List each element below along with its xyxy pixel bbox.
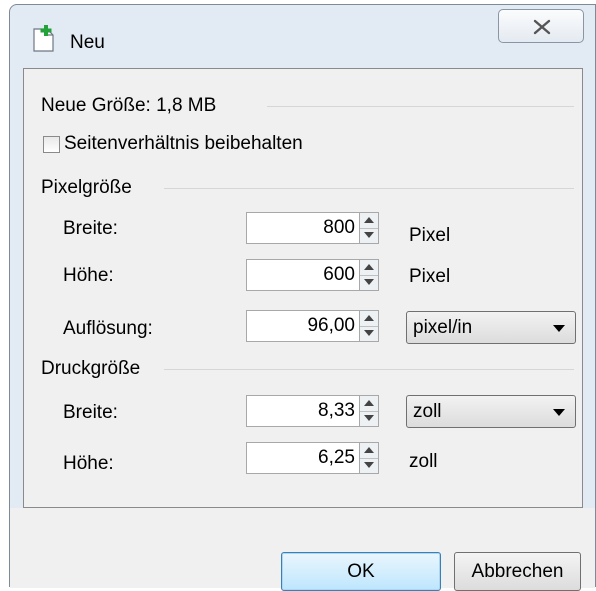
spin-down-button[interactable] <box>360 458 378 473</box>
pixel-height-label: Höhe: <box>63 265 114 286</box>
chevron-down-icon <box>553 325 565 332</box>
pixel-size-heading: Pixelgröße <box>41 177 132 198</box>
cancel-button[interactable]: Abbrechen <box>454 552 581 591</box>
spin-down-button[interactable] <box>360 326 378 341</box>
ok-button[interactable]: OK <box>281 552 441 591</box>
pixel-height-spinner[interactable] <box>359 259 379 291</box>
pixel-width-spinner[interactable] <box>359 212 379 244</box>
separator <box>164 188 574 189</box>
button-bar: OK Abbrechen <box>10 508 595 591</box>
pixel-height-unit: Pixel <box>409 266 451 287</box>
resolution-input[interactable]: 96,00 <box>246 310 360 342</box>
print-height-unit: zoll <box>409 451 438 472</box>
spin-down-button[interactable] <box>360 411 378 426</box>
resolution-spinner[interactable] <box>359 310 379 342</box>
dialog-title: Neu <box>70 32 105 53</box>
new-size-label: Neue Größe: 1,8 MB <box>41 95 217 116</box>
print-height-spinner[interactable] <box>359 442 379 474</box>
new-document-icon <box>32 25 56 53</box>
spin-up-button[interactable] <box>360 443 378 459</box>
separator <box>267 106 574 107</box>
close-icon <box>533 19 551 35</box>
title-bar: Neu <box>10 5 595 61</box>
chevron-down-icon <box>553 409 565 416</box>
keep-aspect-ratio-label: Seitenverhältnis beibehalten <box>64 133 303 154</box>
print-height-label: Höhe: <box>63 453 114 474</box>
print-width-label: Breite: <box>63 402 118 423</box>
dialog-content: Neue Größe: 1,8 MB Seitenverhältnis beib… <box>23 68 583 508</box>
pixel-width-input[interactable]: 800 <box>246 212 360 244</box>
spin-down-button[interactable] <box>360 275 378 290</box>
spin-down-button[interactable] <box>360 228 378 243</box>
print-unit-select[interactable]: zoll <box>406 395 576 428</box>
spin-up-button[interactable] <box>360 260 378 276</box>
resolution-label: Auflösung: <box>63 318 153 339</box>
separator <box>164 369 574 370</box>
pixel-width-unit: Pixel <box>409 225 451 246</box>
print-size-heading: Druckgröße <box>41 358 141 379</box>
print-unit-value: zoll <box>413 401 442 422</box>
pixel-height-input[interactable]: 600 <box>246 259 360 291</box>
spin-up-button[interactable] <box>360 396 378 412</box>
close-button[interactable] <box>498 9 584 43</box>
keep-aspect-ratio-checkbox[interactable] <box>43 136 60 153</box>
resolution-unit-value: pixel/in <box>413 317 473 338</box>
spin-up-button[interactable] <box>360 213 378 229</box>
print-width-spinner[interactable] <box>359 395 379 427</box>
pixel-width-label: Breite: <box>63 218 118 239</box>
print-width-input[interactable]: 8,33 <box>246 395 360 427</box>
resolution-unit-select[interactable]: pixel/in <box>406 311 576 344</box>
new-image-dialog: Neu Neue Größe: 1,8 MB Seitenverhältnis … <box>9 4 596 591</box>
spin-up-button[interactable] <box>360 311 378 327</box>
print-height-input[interactable]: 6,25 <box>246 442 360 474</box>
